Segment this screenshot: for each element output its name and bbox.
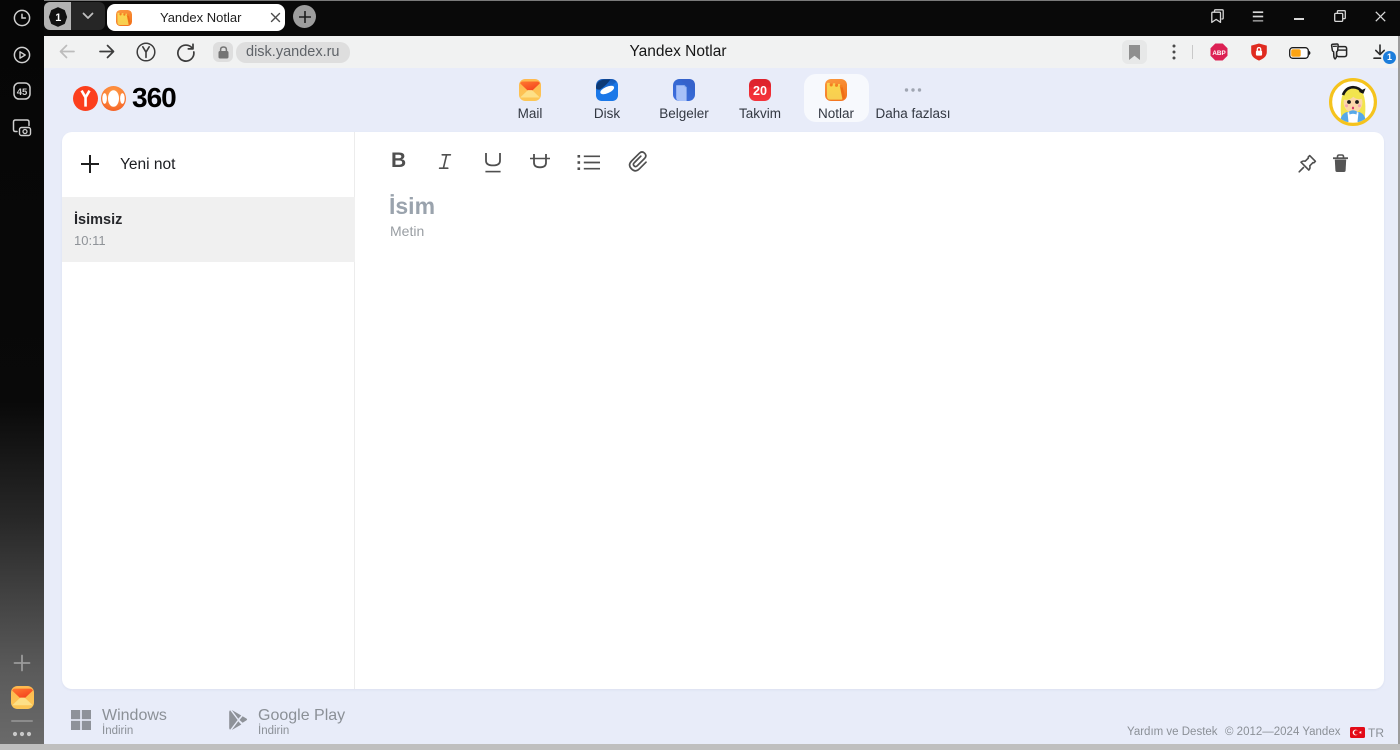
svg-text:1: 1: [55, 12, 61, 24]
svg-text:45: 45: [17, 87, 28, 98]
svg-text:ABP: ABP: [1212, 50, 1225, 57]
svg-text:20: 20: [753, 84, 767, 98]
